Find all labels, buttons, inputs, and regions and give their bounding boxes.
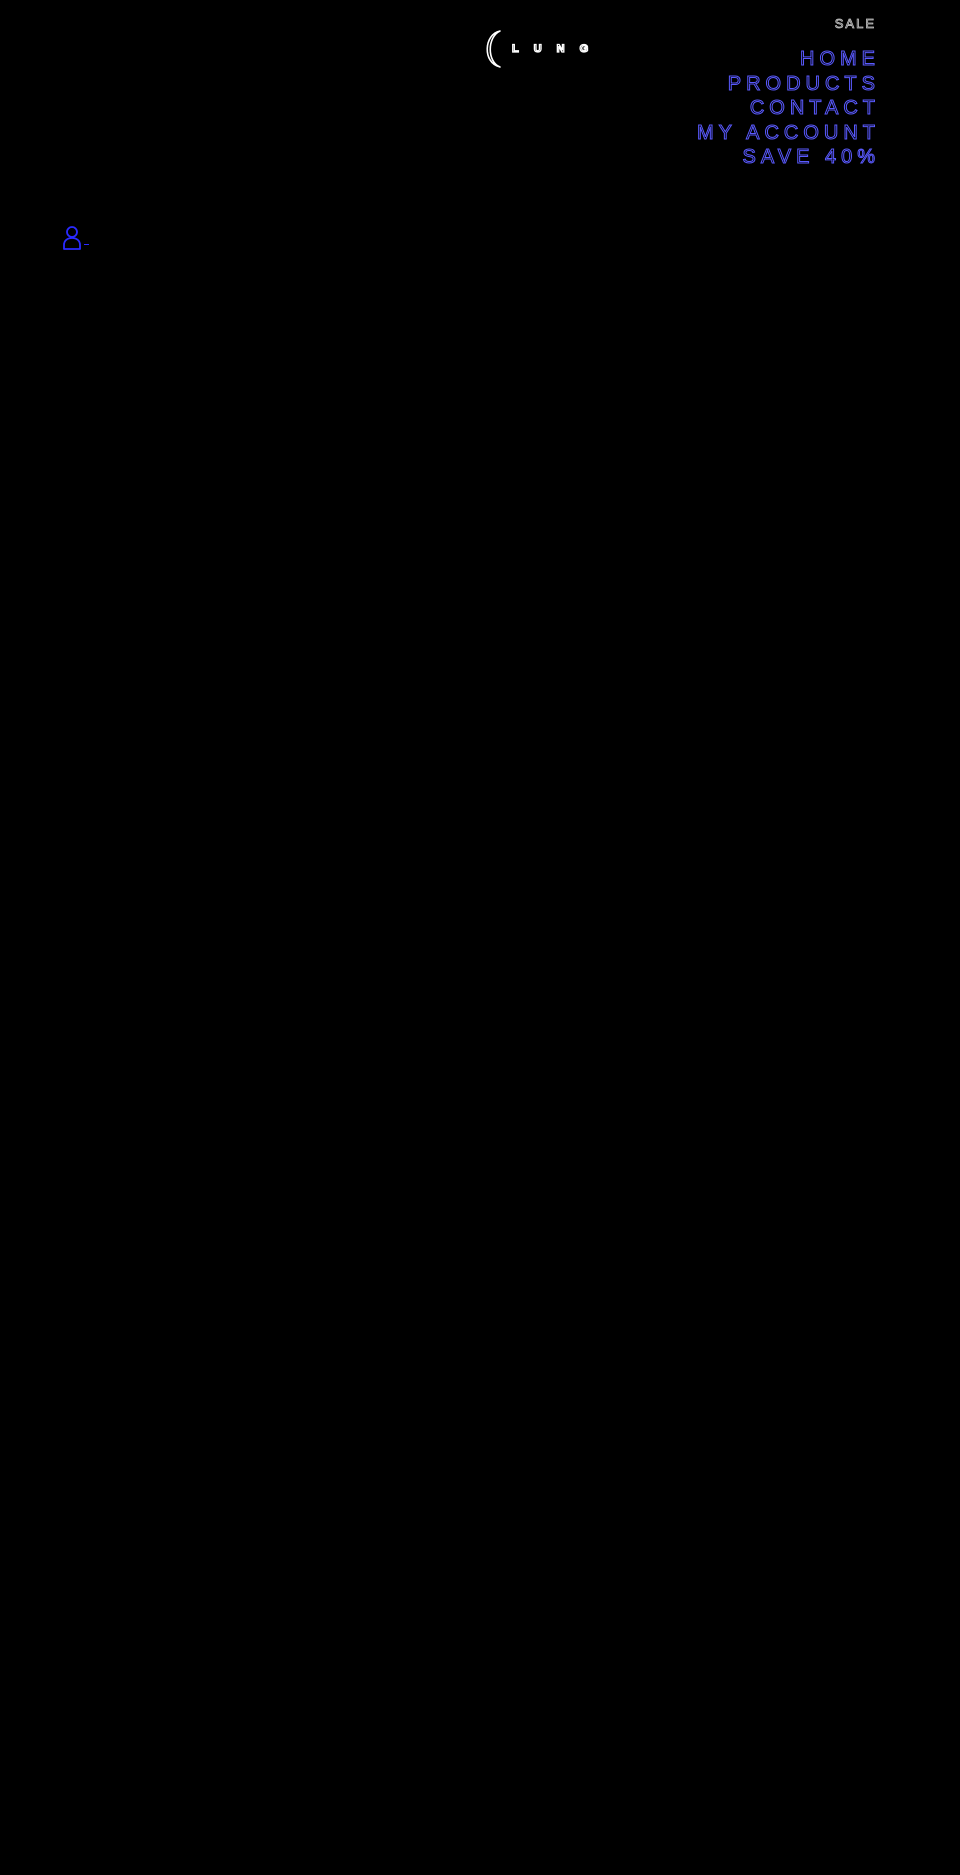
nav-link-contact[interactable]: CONTACT (697, 96, 880, 121)
nav-link-home[interactable]: HOME (697, 47, 880, 72)
nav-link-my-account[interactable]: MY ACCOUNT (697, 121, 880, 146)
user-icon (63, 226, 81, 250)
account-dash (84, 243, 89, 245)
nav-item-home: HOME (697, 47, 880, 72)
nav-link-save-40[interactable]: SAVE 40% (697, 145, 880, 170)
nav-item-contact: CONTACT (697, 96, 880, 121)
crescent-moon-icon (486, 30, 501, 68)
nav-item-products: PRODUCTS (697, 72, 880, 97)
nav-item-my-account: MY ACCOUNT (697, 121, 880, 146)
nav-list: HOME PRODUCTS CONTACT MY ACCOUNT SAVE 40… (697, 47, 880, 170)
nav-item-save-40: SAVE 40% (697, 145, 880, 170)
logo-wordmark: LUNG (511, 42, 604, 55)
account-button[interactable] (62, 225, 89, 251)
sale-link[interactable]: SALE (834, 17, 876, 31)
site-logo[interactable]: LUNG (478, 29, 603, 69)
main-navigation: HOME PRODUCTS CONTACT MY ACCOUNT SAVE 40… (697, 47, 880, 170)
nav-link-products[interactable]: PRODUCTS (697, 72, 880, 97)
